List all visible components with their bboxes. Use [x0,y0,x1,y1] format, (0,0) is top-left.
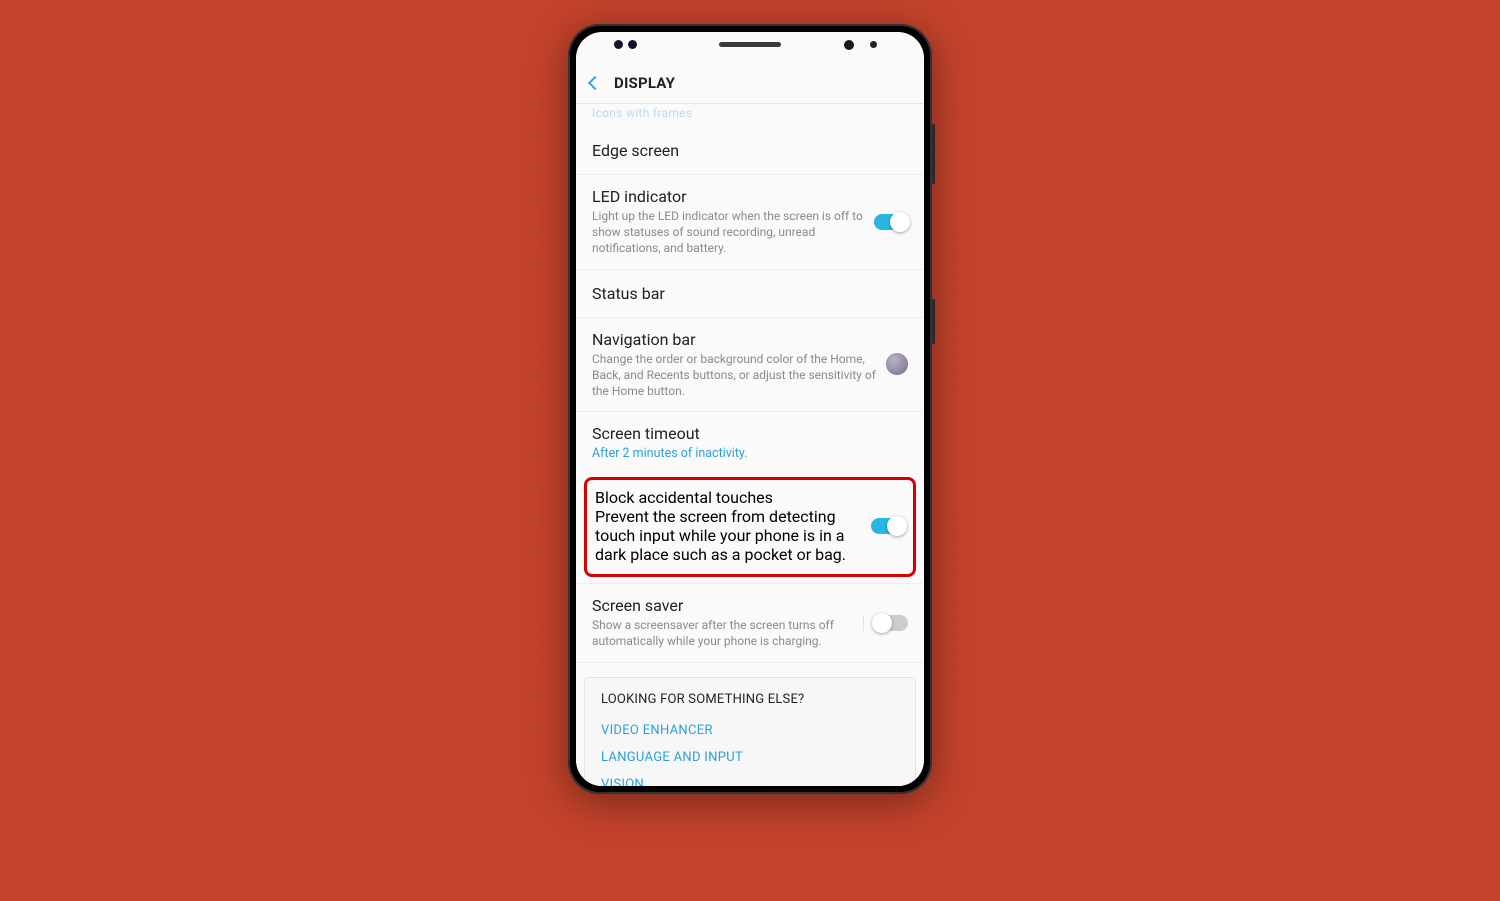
toggle-knob [890,212,910,232]
row-description: Light up the LED indicator when the scre… [592,208,864,257]
row-title: Block accidental touches [595,488,861,507]
link-video-enhancer[interactable]: VIDEO ENHANCER [601,717,899,744]
row-description: Change the order or background color of … [592,351,876,400]
truncated-row: Icons with frames [576,104,924,127]
phone-speaker [719,42,781,47]
related-settings-card: LOOKING FOR SOMETHING ELSE? VIDEO ENHANC… [584,677,916,787]
card-title: LOOKING FOR SOMETHING ELSE? [601,692,899,707]
toggle-block-accidental-touches[interactable] [871,518,905,534]
toggle-knob [872,613,892,633]
toggle-led-indicator[interactable] [874,214,908,230]
toggle-knob [887,516,907,536]
row-screen-saver[interactable]: Screen saver Show a screensaver after th… [576,583,924,662]
row-title: Screen timeout [592,424,908,443]
color-swatch-icon [886,353,908,375]
page-title: DISPLAY [614,74,675,92]
row-title: Screen saver [592,596,853,615]
row-title: LED indicator [592,187,864,206]
phone-screen: DISPLAY Icons with frames Edge screen LE… [576,32,924,786]
phone-sensor [870,41,877,48]
row-value: After 2 minutes of inactivity. [592,446,908,461]
phone-side-button [932,124,935,184]
row-block-accidental-touches[interactable]: Block accidental touches Prevent the scr… [584,477,916,577]
row-led-indicator[interactable]: LED indicator Light up the LED indicator… [576,175,924,270]
row-edge-screen[interactable]: Edge screen [576,127,924,175]
row-navigation-bar[interactable]: Navigation bar Change the order or backg… [576,318,924,413]
back-icon[interactable] [588,75,602,89]
row-screen-timeout[interactable]: Screen timeout After 2 minutes of inacti… [576,412,924,473]
row-title: Navigation bar [592,330,876,349]
phone-camera [844,40,854,50]
row-description: Prevent the screen from detecting touch … [595,507,861,564]
link-language-and-input[interactable]: LANGUAGE AND INPUT [601,744,899,771]
app-header: DISPLAY [576,62,924,104]
toggle-screen-saver[interactable] [874,615,908,631]
row-description: Show a screensaver after the screen turn… [592,617,853,649]
row-title: Status bar [592,284,908,303]
phone-sensor [628,40,637,49]
phone-frame: DISPLAY Icons with frames Edge screen LE… [568,24,932,794]
link-vision[interactable]: VISION [601,771,899,787]
phone-side-button [932,299,935,344]
phone-sensor [614,40,623,49]
row-title: Edge screen [592,141,908,160]
row-status-bar[interactable]: Status bar [576,270,924,318]
toggle-divider [863,615,908,631]
settings-list[interactable]: Icons with frames Edge screen LED indica… [576,104,924,786]
